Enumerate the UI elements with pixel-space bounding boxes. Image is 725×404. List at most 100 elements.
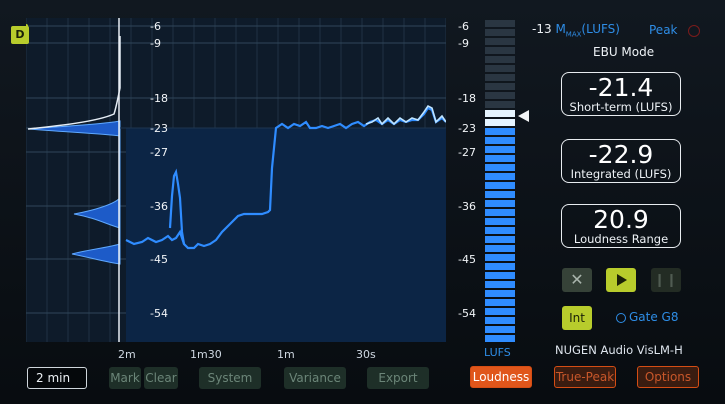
left-scale-label: -18 (150, 92, 168, 105)
int-button[interactable]: Int (562, 306, 592, 330)
right-scale-label: -54 (458, 307, 476, 320)
gate-label[interactable]: Gate G8 (629, 310, 679, 324)
meter-segment (485, 299, 515, 306)
meter-segment (485, 74, 515, 81)
meter-segment (485, 119, 515, 126)
meter-segment (485, 263, 515, 270)
left-scale-label: -36 (150, 200, 168, 213)
mark-button[interactable]: Mark (109, 367, 141, 389)
integrated-value: -22.9 (588, 140, 654, 169)
below-target-region (126, 128, 446, 342)
right-scale-label: -18 (458, 92, 476, 105)
loudness-meter-window: D D -6 -9 -18 -23 -27 -36 -45 -54 -6 -9 -18 -23 -27… (0, 0, 725, 404)
loudness-history-graph: D (26, 18, 446, 342)
bar-meter-segments (485, 20, 515, 342)
meter-segment (485, 155, 515, 162)
meter-segment (485, 146, 515, 153)
meter-segment (485, 83, 515, 90)
loudness-range-display: 20.9 Loudness Range (561, 204, 681, 248)
close-icon: ✕ (570, 270, 584, 289)
meter-segment (485, 254, 515, 261)
target-symbol: MMAX(LUFS) (555, 22, 620, 39)
play-button[interactable] (606, 268, 636, 292)
meter-segment (485, 272, 515, 279)
meter-unit-label: LUFS (484, 346, 511, 359)
system-button[interactable]: System (199, 367, 261, 389)
gate-radio-icon[interactable] (616, 313, 626, 323)
left-scale-label: -45 (150, 253, 168, 266)
meter-segment (485, 317, 515, 324)
meter-segment (485, 56, 515, 63)
meter-pointer-icon (518, 110, 529, 122)
meter-segment (485, 335, 515, 342)
loudness-range-label: Loudness Range (573, 232, 669, 246)
reset-button[interactable]: ✕ (562, 268, 592, 292)
meter-segment (485, 308, 515, 315)
left-scale-label: -9 (150, 37, 161, 50)
pause-button[interactable]: ❙❙ (651, 268, 681, 292)
right-scale-label: -36 (458, 200, 476, 213)
integrated-display: -22.9 Integrated (LUFS) (561, 139, 681, 183)
loudness-range-value: 20.9 (593, 205, 649, 234)
meter-segment (485, 29, 515, 36)
export-button[interactable]: Export (367, 367, 429, 389)
peak-indicator-icon[interactable] (688, 25, 700, 37)
meter-segment (485, 137, 515, 144)
short-term-label: Short-term (LUFS) (569, 100, 673, 114)
pause-icon: ❙❙ (654, 272, 678, 288)
meter-segment (485, 173, 515, 180)
meter-segment (485, 38, 515, 45)
meter-segment (485, 47, 515, 54)
time-label: 1m (277, 348, 295, 361)
right-scale-label: -27 (458, 146, 476, 159)
meter-segment (485, 290, 515, 297)
options-button[interactable]: Options (637, 366, 699, 388)
meter-segment (485, 236, 515, 243)
brand-label: NUGEN Audio VisLM-H (555, 343, 683, 357)
meter-segment (485, 92, 515, 99)
mode-label: EBU Mode (593, 45, 655, 59)
target-readout[interactable]: -13 MMAX(LUFS) (532, 22, 620, 38)
loudness-bar-meter (485, 20, 515, 342)
meter-segment (485, 20, 515, 27)
meter-segment (485, 110, 515, 117)
graph-canvas (26, 18, 446, 342)
left-scale-label: -27 (150, 146, 168, 159)
meter-segment (485, 326, 515, 333)
loudness-button[interactable]: Loudness (470, 366, 532, 388)
left-scale-label: -6 (150, 20, 161, 33)
duration-field[interactable]: 2 min (27, 367, 87, 389)
loudness-histogram (27, 120, 121, 265)
histogram-top-outline (27, 36, 121, 130)
meter-segment (485, 164, 515, 171)
clear-button[interactable]: Clear (144, 367, 178, 389)
variance-button[interactable]: Variance (284, 367, 346, 389)
time-label: 2m (118, 348, 136, 361)
meter-segment (485, 281, 515, 288)
meter-segment (485, 209, 515, 216)
meter-segment (485, 200, 515, 207)
time-label: 30s (356, 348, 376, 361)
play-icon (617, 274, 627, 286)
meter-segment (485, 245, 515, 252)
target-value: -13 (532, 22, 552, 36)
integrated-label: Integrated (LUFS) (570, 167, 672, 181)
peak-label: Peak (649, 23, 678, 37)
meter-segment (485, 182, 515, 189)
right-scale-label: -45 (458, 253, 476, 266)
right-scale-label: -23 (458, 122, 476, 135)
meter-segment (485, 227, 515, 234)
short-term-value: -21.4 (588, 73, 654, 102)
meter-segment (485, 218, 515, 225)
true-peak-button[interactable]: True-Peak (554, 366, 616, 388)
right-scale-label: -9 (458, 37, 469, 50)
right-scale-label: -6 (458, 20, 469, 33)
meter-segment (485, 101, 515, 108)
top-left-badge-box[interactable]: D (11, 26, 29, 44)
left-scale-label: -54 (150, 307, 168, 320)
meter-segment (485, 191, 515, 198)
meter-segment (485, 128, 515, 135)
short-term-display: -21.4 Short-term (LUFS) (561, 72, 681, 116)
time-label: 1m30 (190, 348, 222, 361)
meter-segment (485, 65, 515, 72)
